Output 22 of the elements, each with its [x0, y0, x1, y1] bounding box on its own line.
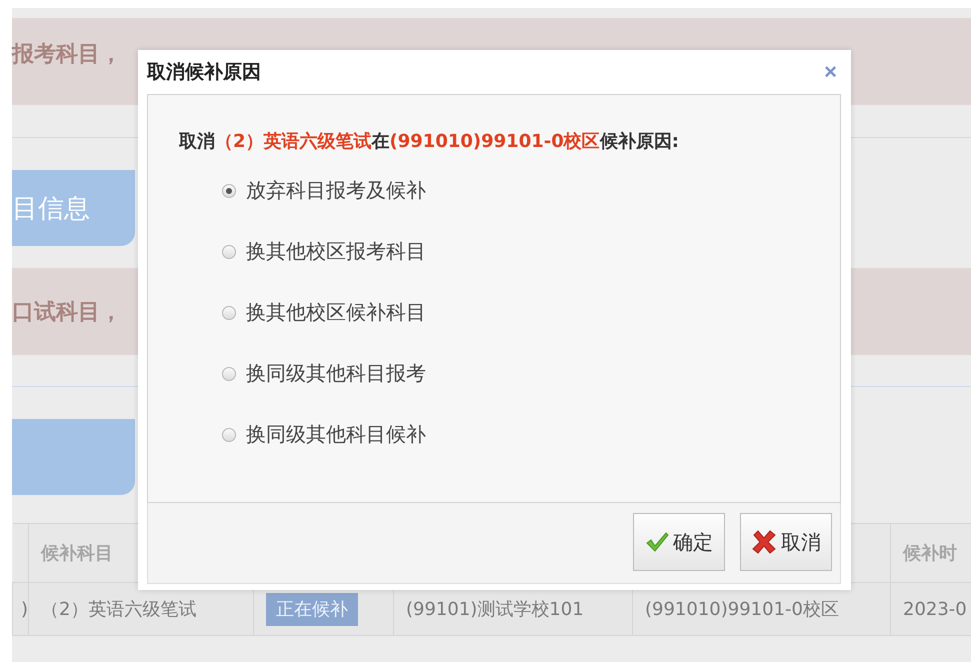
table-cell: (991010)99101-0校区: [645, 599, 839, 620]
confirm-button[interactable]: 确定: [633, 513, 725, 571]
column-header: 候补时: [903, 543, 957, 564]
status-badge: 正在候补: [266, 593, 358, 626]
column-header: 候补科目: [41, 543, 113, 564]
cross-icon: [751, 530, 777, 554]
notice-text: 口试科目，: [12, 298, 122, 326]
dialog-title: 取消候补原因: [147, 60, 261, 85]
cancel-button[interactable]: 取消: [740, 513, 832, 571]
radio-button[interactable]: [222, 306, 236, 320]
checkmark-icon: [645, 531, 669, 553]
table-cell: （2）英语六级笔试: [41, 599, 196, 620]
radio-button[interactable]: [222, 428, 236, 442]
radio-button[interactable]: [222, 244, 236, 258]
radio-button[interactable]: [222, 184, 236, 198]
section-tab[interactable]: [12, 419, 135, 495]
table-cell: 2023-0: [903, 598, 967, 620]
question-text: 取消（2）英语六级笔试在(991010)99101-0校区候补原因:: [179, 130, 680, 153]
table-cell: ): [20, 598, 28, 620]
radio-button[interactable]: [222, 366, 236, 380]
table-cell: (99101)测试学校101: [406, 599, 584, 620]
notice-text: 报考科目，: [12, 40, 122, 68]
